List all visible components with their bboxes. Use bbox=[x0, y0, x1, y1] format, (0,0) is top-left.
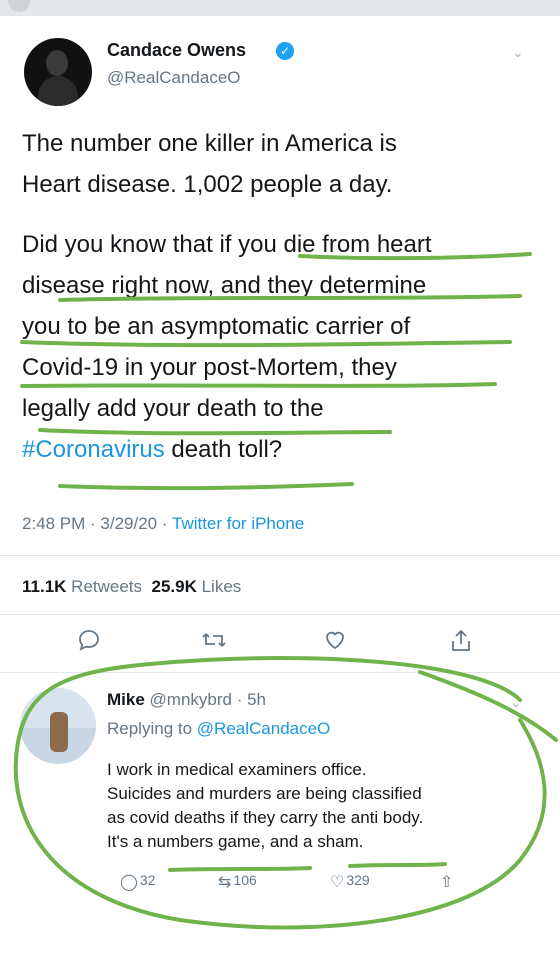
underline-annotation bbox=[20, 382, 497, 388]
underline-annotation bbox=[38, 428, 392, 436]
underline-annotation bbox=[348, 862, 447, 868]
underline-annotation bbox=[20, 340, 512, 348]
underline-annotation bbox=[58, 482, 354, 491]
underline-annotation bbox=[298, 252, 532, 261]
circle-annotation bbox=[13, 656, 547, 930]
underline-annotation bbox=[58, 294, 522, 302]
annotation-overlay bbox=[13, 252, 558, 930]
underline-annotation bbox=[168, 866, 312, 872]
